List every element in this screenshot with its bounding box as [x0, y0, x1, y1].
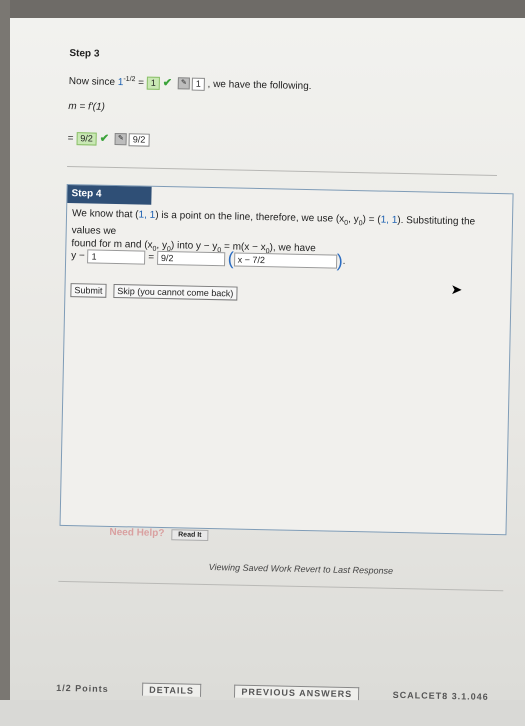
points-label: 1/2 Points [56, 682, 109, 694]
step4-text-d: ) = ( [362, 214, 381, 226]
step3-line1-exp: -1/2 [123, 75, 136, 84]
step3-line1-suffix: , we have the following. [207, 78, 312, 93]
details-button[interactable]: DETAILS [142, 682, 202, 697]
submit-button[interactable]: Submit [70, 283, 107, 298]
check-icon: ✔ [99, 132, 110, 145]
step3-line1: Now since 1-1/2 = 1 ✔ ✎ 1 , we have the fo… [69, 74, 312, 93]
step3-title: Step 3 [69, 47, 100, 60]
help-row: Need Help? Read It [109, 526, 209, 542]
bottom-divider [58, 580, 504, 592]
step4-point: 1, 1 [138, 209, 156, 221]
page: Step 3 Now since 1-1/2 = 1 ✔ ✎ 1 , we have… [56, 26, 520, 725]
equation-row: y − 1 = 9/2 (x − 7/2). [71, 245, 346, 272]
bezel-left [0, 0, 10, 700]
answer-input-2[interactable]: 9/2 [156, 250, 226, 266]
step4-point2: 1, 1 [380, 214, 398, 226]
problem-id: SCALCET8 3.1.046 [392, 689, 489, 702]
equation-left: y − [71, 250, 85, 262]
step3-line3: = 9/2 ✔ ✎ 9/2 [68, 131, 150, 147]
bezel-top [0, 0, 525, 18]
skip-button[interactable]: Skip (you cannot come back) [113, 283, 238, 301]
mouse-cursor-icon: ➤ [450, 281, 463, 298]
pencil-icon[interactable]: ✎ [114, 133, 127, 146]
divider [67, 165, 497, 176]
button-row: Submit Skip (you cannot come back) [70, 283, 241, 301]
answer-input-3[interactable]: x − 7/2 [233, 251, 337, 269]
read-it-button[interactable]: Read It [171, 529, 209, 542]
bottom-row: 1/2 Points DETAILS PREVIOUS ANSWERS SCAL… [56, 681, 525, 704]
step4-panel: Step 4 We know that (1, 1) is a point on… [59, 183, 514, 536]
step4-text-a: We know that ( [71, 208, 139, 221]
step3-answer-1[interactable]: 1 [146, 76, 160, 90]
screen: Step 3 Now since 1-1/2 = 1 ✔ ✎ 1 , we have… [10, 18, 525, 702]
step3-line1-prefix: Now since [68, 75, 116, 88]
step3-answer-2b[interactable]: 9/2 [128, 133, 150, 147]
check-icon: ✔ [162, 76, 173, 90]
equation-mid: = [148, 251, 155, 263]
step3-answer-2[interactable]: 9/2 [76, 132, 97, 146]
step4-text-c: , y [348, 213, 359, 226]
pencil-icon[interactable]: ✎ [177, 77, 190, 90]
answer-input-1[interactable]: 1 [87, 248, 146, 265]
previous-answers-button[interactable]: PREVIOUS ANSWERS [234, 684, 360, 701]
step3-line2: m = f'(1) [68, 100, 106, 113]
step3-line1-eq: = [138, 77, 145, 89]
step4-title: Step 4 [67, 184, 152, 205]
viewing-saved-work-link[interactable]: Viewing Saved Work Revert to Last Respon… [209, 562, 394, 576]
step3-line3-eq: = [67, 132, 74, 145]
step3-answer-1b[interactable]: 1 [191, 77, 205, 91]
equation-close: . [342, 255, 346, 267]
step4-text-b: ) is a point on the line, therefore, we … [155, 209, 345, 225]
need-help-label: Need Help? [109, 526, 165, 540]
